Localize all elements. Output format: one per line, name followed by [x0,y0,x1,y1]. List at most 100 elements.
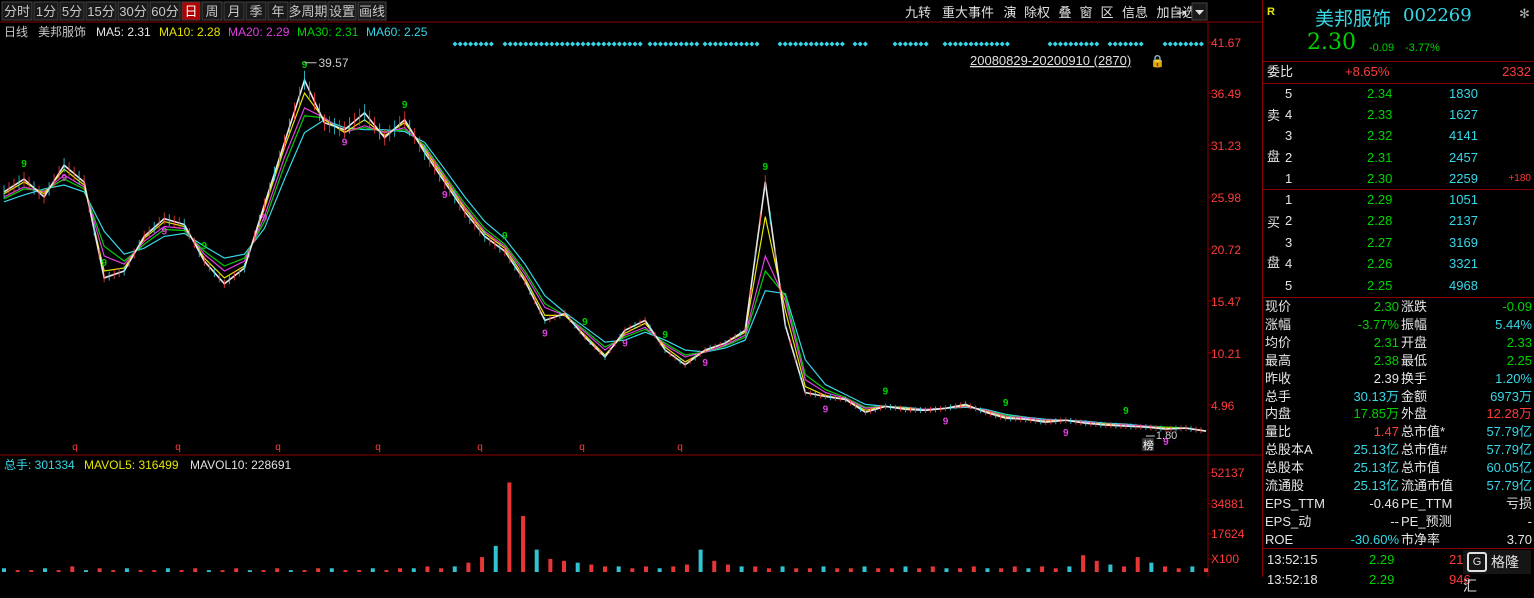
ask-row[interactable]: 5 2.34 1830 [1263,83,1534,104]
period-tab-5[interactable]: 60分 [151,4,178,19]
period-tab-10[interactable]: 年 [271,4,284,19]
signal-dot [1004,41,1010,47]
bid-price: 2.28 [1367,213,1393,229]
signal-dot [989,41,995,47]
stat-row: 量比 1.47 总市值* 57.79亿 [1263,423,1534,441]
signal-dot [622,41,628,47]
volume-bar [589,564,594,572]
vol-mavol5: MAVOL5: 316499 [84,458,179,472]
stat-value: -3.77% [1357,316,1399,332]
volume-bar [603,566,607,572]
volume-tick-label: X100 [1211,552,1239,566]
toolbar-btn-6[interactable]: 区 [1100,5,1113,20]
nine-marker: 9 [702,358,708,369]
stat-row: ROE -30.60% 市净率 3.70 [1263,531,1534,549]
signal-dot [689,41,695,47]
volume-bar [643,566,648,572]
sell-label-1: 卖 [1267,108,1281,123]
toolbar-btn-3[interactable]: 除权 [1024,5,1050,20]
watermark: G 格隆汇 [1463,550,1531,594]
period-tab-8[interactable]: 月 [227,4,240,19]
period-tab-4[interactable]: 30分 [119,4,146,19]
ask-price: 2.33 [1367,107,1393,123]
signal-dot [718,41,724,47]
annotations: 39.57 1.80榜 [304,56,1177,452]
toolbar-btn-2[interactable]: 演 [1003,5,1016,20]
weibi-row: 委比 +8.65% 2332 [1267,64,1531,79]
signal-dot [512,41,518,47]
toolbar-btn-5[interactable]: 窗 [1079,5,1092,20]
bid-row[interactable]: 5 2.25 4968 [1263,275,1534,296]
stat-label: 总市值 [1401,460,1441,476]
ask-price: 2.31 [1367,149,1393,165]
volume-bar [452,566,457,572]
bid-row[interactable]: 1 2.29 1051 [1263,189,1534,210]
flag-label[interactable]: 榜 [1143,438,1154,452]
period-tab-12[interactable]: 设置 [329,4,355,19]
volume-bar [889,568,894,572]
legend-ma20: MA20: 2.29 [228,25,290,39]
volume-bar [70,566,75,572]
ask-row[interactable]: 2 2.31 2457 [1263,147,1534,168]
bid-row[interactable]: 2 2.28 2137 [1263,210,1534,231]
stat-value: 亏损 [1505,495,1532,511]
stat-value: 1.20% [1495,370,1532,386]
period-tab-3[interactable]: 15分 [87,4,114,19]
period-tab-2[interactable]: 5分 [62,4,82,19]
volume-bar [329,568,334,572]
signal-dot [596,41,602,47]
stat-label: 内盘 [1265,406,1292,422]
ask-price: 2.30 [1367,170,1393,186]
exit-icon[interactable]: ⇥ [1176,5,1187,20]
period-tab-11[interactable]: 多周期 [288,4,327,19]
ask-row[interactable]: 3 2.32 4141 [1263,125,1534,146]
signal-dot [984,41,990,47]
signal-dot [994,41,1000,47]
signal-dot [559,41,565,47]
kline-chart[interactable]: 分时 1分 5分 15分 30分 60分日周月季年多周期 设置 画线 九转 重大事件演除权叠窗区… [0,0,1262,577]
toolbar-btn-7[interactable]: 信息 [1122,5,1148,20]
volume-bar [712,560,717,572]
signal-dot [918,41,924,47]
toolbar-btn-0[interactable]: 九转 [905,5,931,20]
high-label: 39.57 [319,56,349,70]
volume-bar [917,568,922,572]
signal-dot [942,41,948,47]
nine-marker: 9 [762,162,768,173]
ask-row[interactable]: 1 2.30 2259 +180 [1263,168,1534,189]
signal-dot [968,41,974,47]
price-change: -0.09 [1369,42,1395,54]
volume-bar [206,570,211,572]
period-tab-13[interactable]: 画线 [359,4,385,19]
volume-bar [575,562,580,572]
signal-dot [1107,41,1113,47]
toolbar-btn-4[interactable]: 叠 [1058,5,1071,20]
price-tick-label: 4.96 [1211,399,1235,413]
signal-dot [570,41,576,47]
bid-row[interactable]: 4 2.26 3321 [1263,253,1534,274]
signal-dot [657,41,663,47]
settings-icon[interactable]: ✻ [1519,6,1530,22]
signal-dot [787,41,793,47]
ask-level: 3 [1285,128,1293,144]
signal-dot [1138,41,1144,47]
bid-row[interactable]: 3 2.27 3169 [1263,232,1534,253]
stat-label: 总市值* [1401,424,1446,440]
quote-panel: R 美邦服饰 002269 ✻ 2.30 -0.09 -3.77% 委比 +8.… [1262,0,1534,587]
stat-label: 开盘 [1401,334,1428,350]
ask-price: 2.34 [1367,86,1393,101]
toolbar-btn-1[interactable]: 重大事件 [942,5,994,20]
period-tab-0[interactable]: 分时 [4,4,30,19]
ask-row[interactable]: 4 2.33 1627 [1263,104,1534,125]
nine-marker: 9 [262,213,268,224]
period-tab-6[interactable]: 日 [184,4,197,19]
period-tab-7[interactable]: 周 [205,4,218,19]
stat-row: 涨幅 -3.77% 振幅 5.44% [1263,316,1534,334]
signal-dot [777,41,783,47]
period-tab-1[interactable]: 1分 [36,4,56,19]
signal-dot [834,41,840,47]
stat-row: 最高 2.38 最低 2.25 [1263,352,1534,370]
stat-value: 2.30 [1373,299,1399,314]
volume-bar [999,568,1004,572]
period-tab-9[interactable]: 季 [249,4,262,19]
